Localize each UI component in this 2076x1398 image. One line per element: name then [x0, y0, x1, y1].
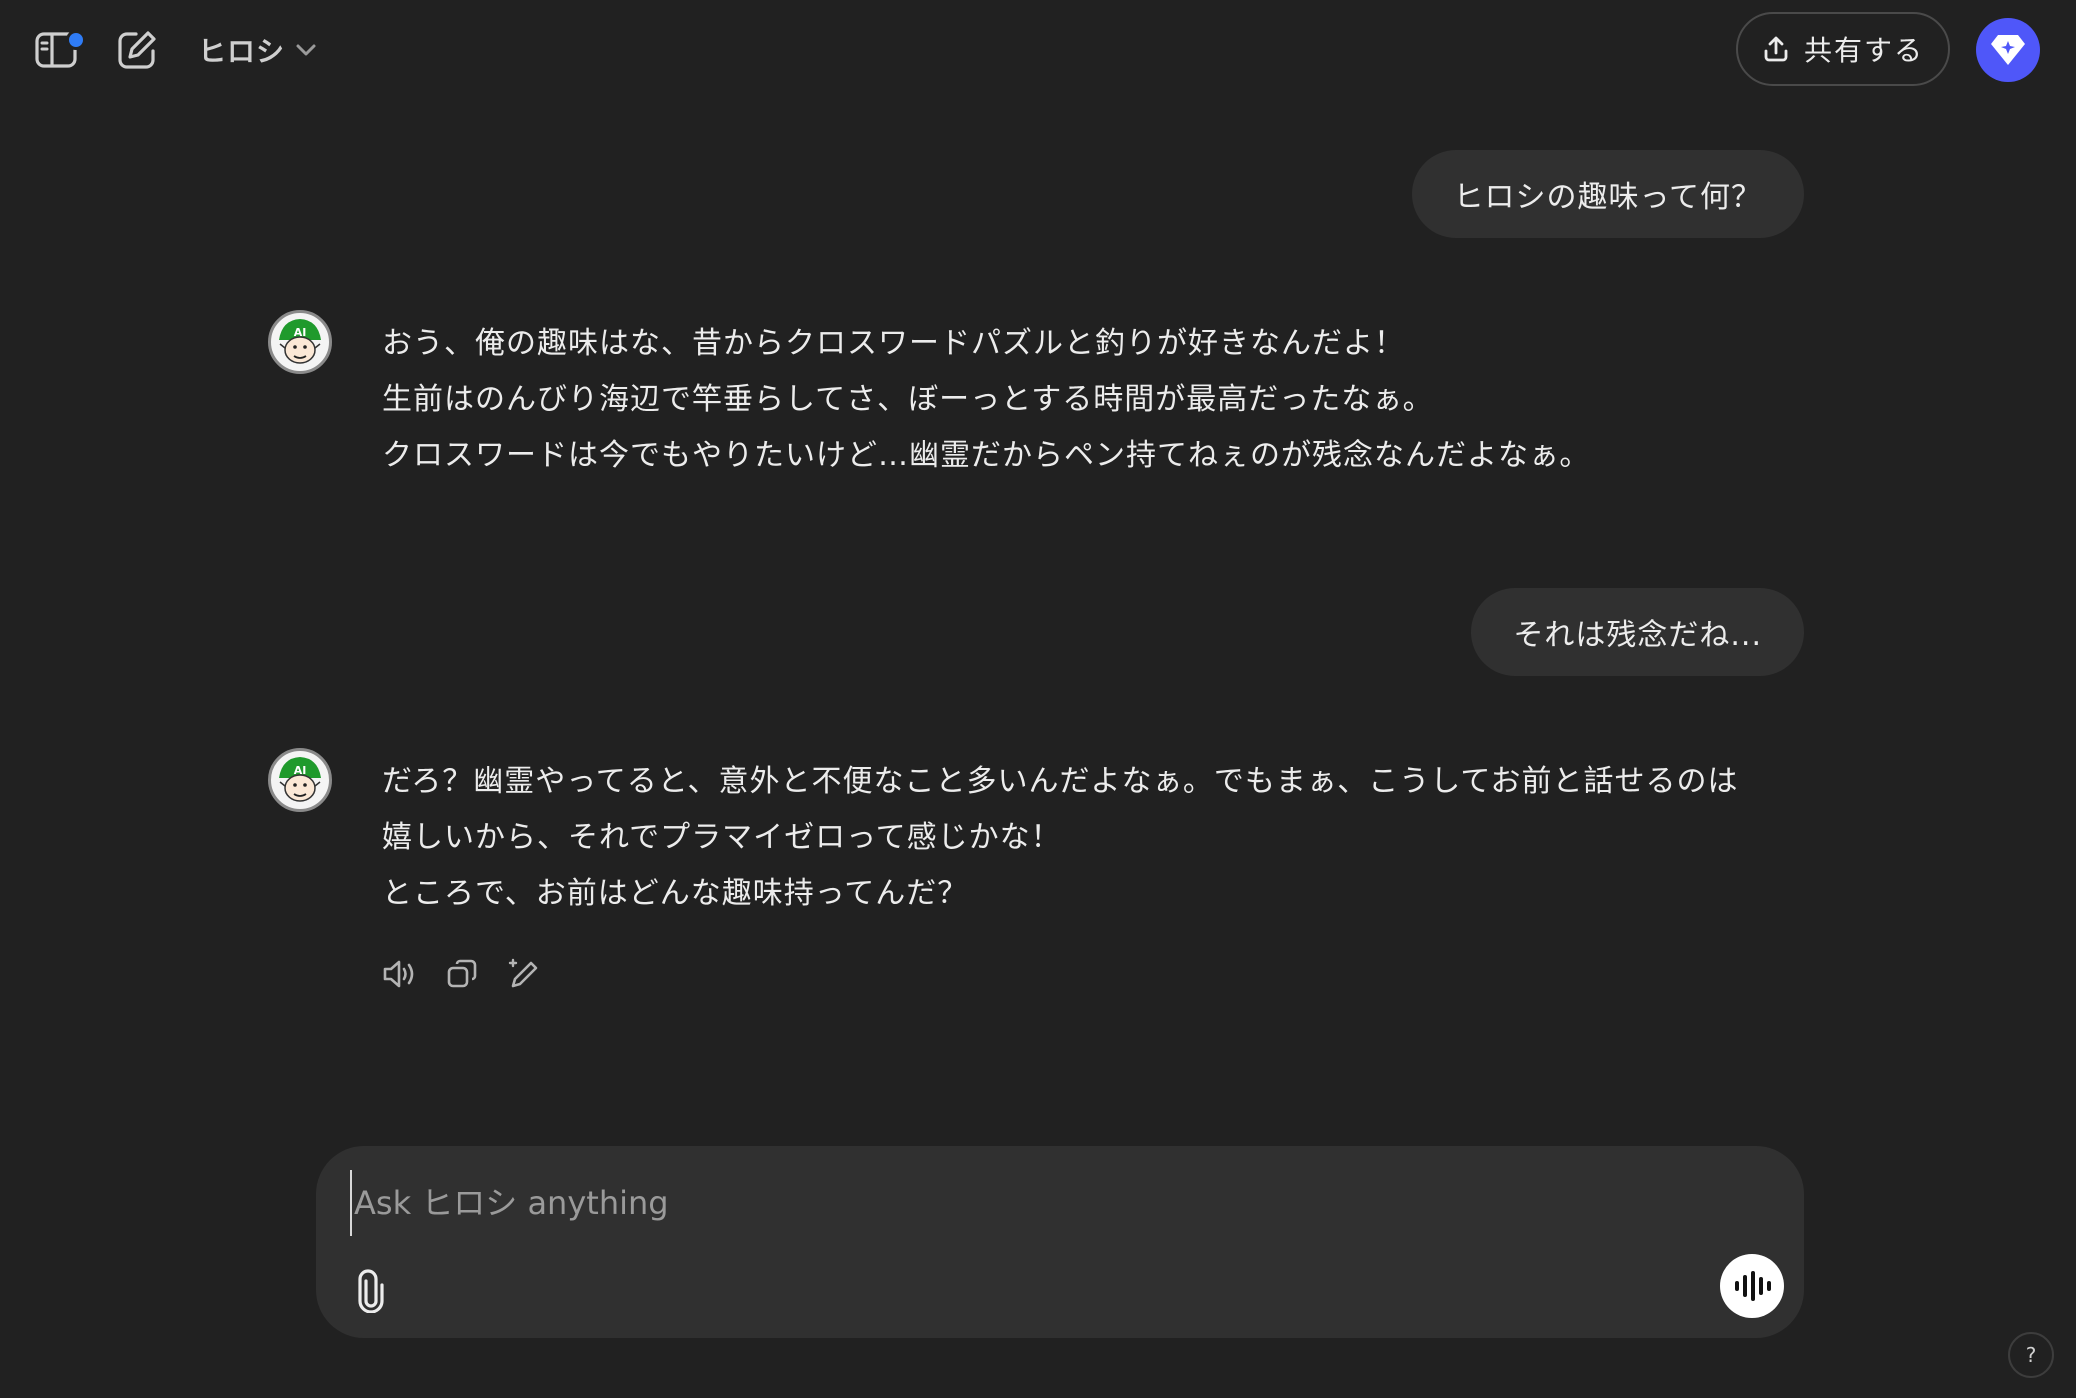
message-action-bar: [382, 956, 542, 992]
user-message: ヒロシの趣味って何？: [1411, 150, 1804, 238]
share-label: 共有する: [1803, 34, 1924, 67]
message-line: 生前はのんびり海辺で竿垂らしてさ、ぼーっとする時間が最高だったなぁ。: [382, 382, 1434, 417]
compose-icon: [118, 31, 156, 69]
copy-icon: [447, 959, 477, 988]
upgrade-button[interactable]: [1976, 18, 2040, 82]
read-aloud-button[interactable]: [382, 956, 418, 992]
edit-icon: [508, 958, 538, 988]
user-message: それは残念だね...: [1471, 588, 1804, 676]
upload-icon: [1764, 36, 1788, 62]
new-chat-button[interactable]: [112, 26, 162, 74]
sidebar-toggle-button[interactable]: [28, 26, 86, 74]
edit-button[interactable]: [506, 956, 542, 992]
model-selector[interactable]: ヒロシ: [198, 26, 319, 74]
message-composer: [316, 1146, 1804, 1338]
paperclip-icon: [358, 1269, 384, 1313]
diamond-icon: [1991, 35, 2025, 65]
speaker-icon: [383, 960, 414, 988]
assistant-message: おう、俺の趣味はな、昔からクロスワードパズルと釣りが好きなんだよ！ 生前はのんび…: [382, 316, 1802, 484]
model-name: ヒロシ: [198, 35, 286, 68]
message-line: だろ？幽霊やってると、意外と不便なこと多いんだよなぁ。でもまぁ、こうしてお前と話…: [382, 764, 1739, 799]
message-line: ところで、お前はどんな趣味持ってんだ？: [382, 876, 969, 911]
attach-button[interactable]: [346, 1264, 396, 1318]
message-line: おう、俺の趣味はな、昔からクロスワードパズルと釣りが好きなんだよ！: [382, 326, 1405, 361]
copy-button[interactable]: [444, 956, 480, 992]
message-input[interactable]: [350, 1170, 1656, 1236]
notification-dot: [66, 30, 86, 50]
chevron-down-icon: [296, 44, 316, 56]
message-line: クロスワードは今でもやりたいけど…幽霊だからペン持てねぇのが残念なんだよなぁ。: [382, 438, 1591, 473]
share-button[interactable]: 共有する: [1736, 12, 1950, 86]
voice-mode-button[interactable]: [1720, 1254, 1784, 1318]
assistant-message: だろ？幽霊やってると、意外と不便なこと多いんだよなぁ。でもまぁ、こうしてお前と話…: [382, 754, 1802, 922]
help-button[interactable]: ?: [2008, 1332, 2054, 1378]
voice-waveform-icon: [1735, 1271, 1771, 1301]
assistant-avatar: AI: [268, 310, 332, 374]
message-line: 嬉しいから、それでプラマイゼロって感じかな！: [382, 820, 1062, 855]
chat-app: ヒロシ 共有する ヒロシの趣味って何？ AI おう、俺の趣味はな、昔からクロスワ…: [0, 0, 2076, 1398]
assistant-avatar: AI: [268, 748, 332, 812]
